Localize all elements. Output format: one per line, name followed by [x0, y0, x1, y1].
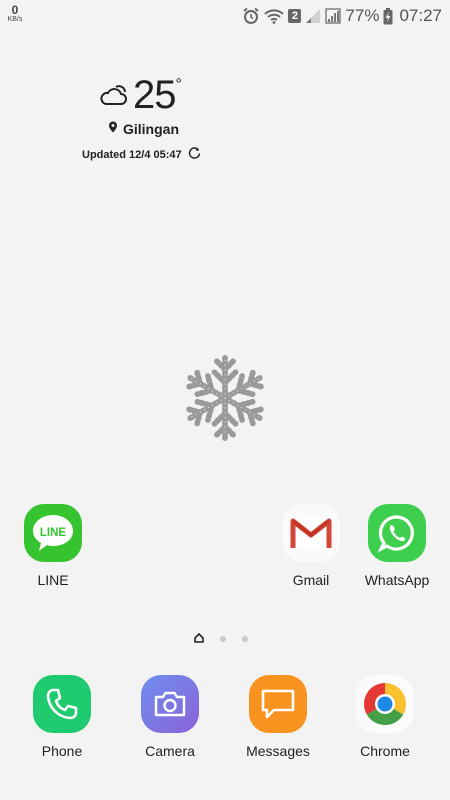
app-label: Phone	[41, 743, 83, 759]
camera-icon[interactable]	[141, 675, 199, 733]
signal-weak-icon	[305, 8, 321, 24]
network-speed-value: 0	[11, 3, 19, 17]
temperature: 25	[133, 73, 176, 117]
signal-full-icon	[325, 8, 342, 24]
clock: 07:27	[399, 6, 442, 25]
network-speed: 0 KB/s	[6, 4, 24, 24]
app-label: WhatsApp	[364, 572, 430, 588]
messages-icon[interactable]	[249, 675, 307, 733]
partly-cloudy-icon	[99, 84, 129, 111]
dock-camera[interactable]: Camera	[125, 675, 215, 759]
status-bar: 0 KB/s 2 77% 07:27	[0, 0, 450, 32]
updated-time: Updated 12/4 05:47	[82, 149, 182, 161]
home-page-icon[interactable]	[194, 630, 204, 648]
whatsapp-icon[interactable]	[368, 504, 426, 562]
app-label: Messages	[246, 743, 310, 759]
dock-messages[interactable]: Messages	[233, 675, 323, 759]
page-dot[interactable]	[242, 636, 248, 642]
wifi-icon	[264, 8, 285, 24]
alarm-icon	[242, 7, 260, 25]
app-label: LINE	[37, 572, 69, 588]
dock-phone[interactable]: Phone	[17, 675, 107, 759]
location: Gilingan	[108, 120, 210, 138]
line-icon[interactable]: LINE	[24, 504, 82, 562]
app-whatsapp[interactable]: WhatsApp	[352, 504, 442, 588]
location-pin-icon	[108, 120, 118, 138]
app-gmail[interactable]: Gmail	[266, 504, 356, 588]
gmail-icon[interactable]	[282, 504, 340, 562]
weather-updated: Updated 12/4 05:47	[82, 146, 210, 164]
battery-charging-icon	[383, 7, 393, 25]
phone-icon[interactable]	[33, 675, 91, 733]
app-label: Chrome	[360, 743, 410, 759]
dock-chrome[interactable]: Chrome	[340, 675, 430, 759]
sim-slot-badge: 2	[288, 9, 302, 23]
page-dot[interactable]	[220, 636, 226, 642]
page-indicator[interactable]	[194, 630, 248, 648]
app-label: Gmail	[292, 572, 330, 588]
app-line[interactable]: LINE LINE	[8, 504, 98, 588]
network-speed-unit: KB/s	[7, 16, 23, 23]
snowflake-icon	[182, 353, 268, 445]
app-label: Camera	[145, 743, 195, 759]
line-tile-text: LINE	[40, 527, 67, 539]
location-name: Gilingan	[123, 121, 179, 137]
battery-percent: 77%	[345, 6, 380, 25]
degree-symbol: °	[175, 76, 182, 93]
status-icons: 2 77% 07:27	[242, 5, 442, 27]
weather-widget[interactable]: 25 ° Gilingan Updated 12/4 05:47	[80, 72, 210, 164]
chrome-icon[interactable]	[356, 675, 414, 733]
refresh-icon[interactable]	[188, 146, 201, 164]
